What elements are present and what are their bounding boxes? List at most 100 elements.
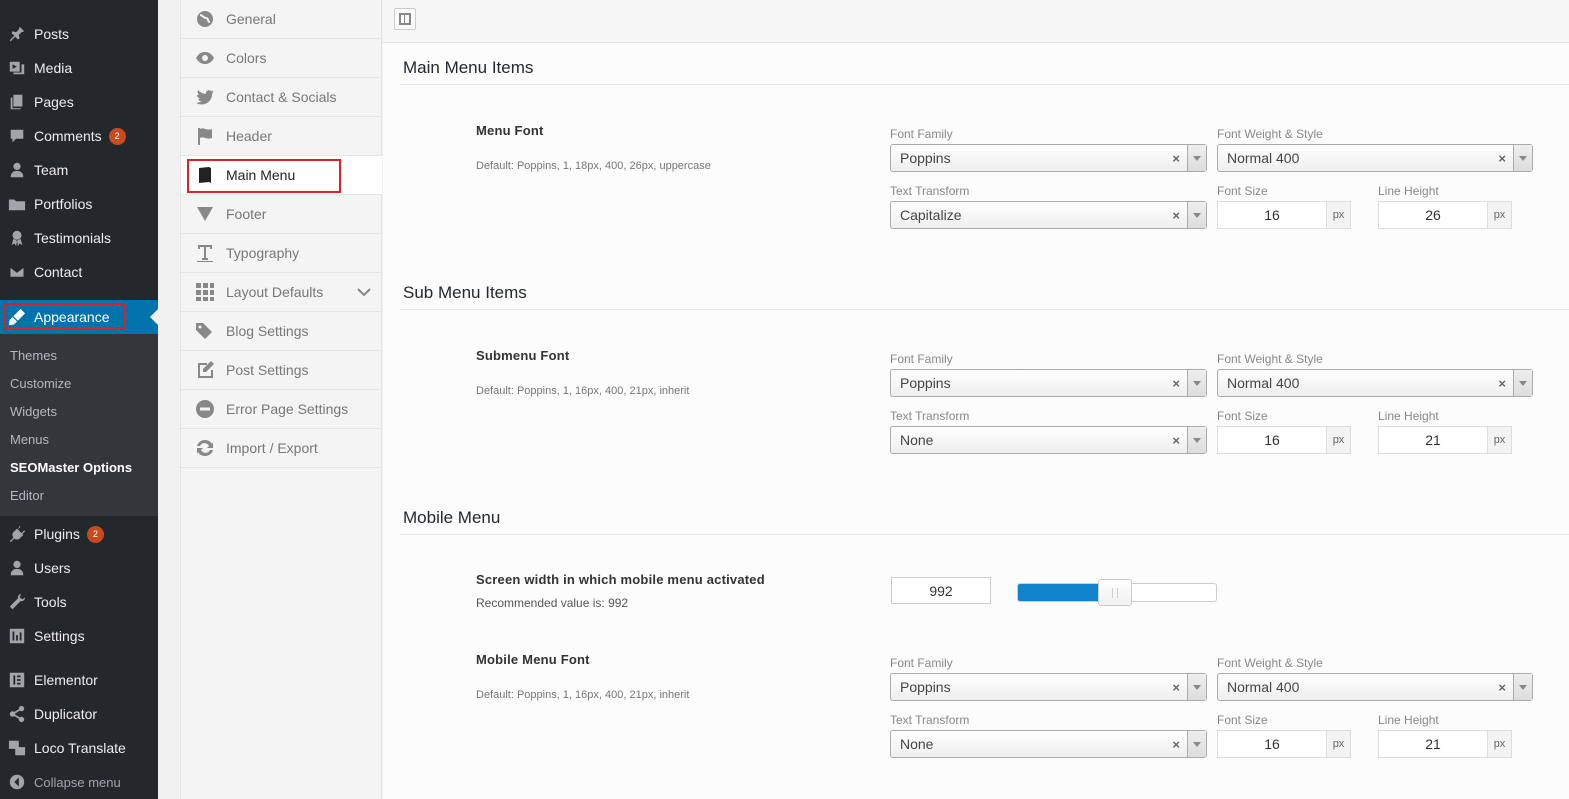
nav-item-contact-socials[interactable]: Contact & Socials bbox=[181, 78, 382, 117]
clear-icon[interactable]: × bbox=[1172, 680, 1180, 695]
font-size-value[interactable]: 16 bbox=[1217, 730, 1327, 758]
nav-item-main-menu[interactable]: Main Menu bbox=[181, 156, 382, 195]
sidebar-item-portfolios[interactable]: Portfolios bbox=[0, 187, 158, 221]
dropdown-arrow-icon[interactable] bbox=[1187, 145, 1206, 171]
clear-icon[interactable]: × bbox=[1172, 376, 1180, 391]
submenu-item-menus[interactable]: Menus bbox=[10, 432, 49, 447]
dropdown-arrow-icon[interactable] bbox=[1513, 370, 1532, 396]
font-size-value[interactable]: 16 bbox=[1217, 426, 1327, 454]
line-height-value[interactable]: 21 bbox=[1378, 730, 1488, 758]
nav-item-blog-settings[interactable]: Blog Settings bbox=[181, 312, 382, 351]
count-badge: 2 bbox=[108, 127, 126, 145]
text-transform-select[interactable]: Capitalize × bbox=[890, 201, 1207, 229]
highlight-box bbox=[3, 303, 126, 329]
submenu-item-customize[interactable]: Customize bbox=[10, 376, 71, 391]
font-weight-label: Font Weight & Style bbox=[1217, 127, 1323, 141]
line-height-value[interactable]: 26 bbox=[1378, 201, 1488, 229]
dropdown-arrow-icon[interactable] bbox=[1187, 370, 1206, 396]
font-family-select[interactable]: Poppins × bbox=[890, 673, 1207, 701]
font-weight-select[interactable]: Normal 400 × bbox=[1217, 144, 1533, 172]
nav-item-layout-defaults[interactable]: Layout Defaults bbox=[181, 273, 382, 312]
nav-item-error-page-settings[interactable]: Error Page Settings bbox=[181, 390, 382, 429]
dropdown-arrow-icon[interactable] bbox=[1187, 427, 1206, 453]
font-size-label: Font Size bbox=[1217, 713, 1268, 727]
font-family-label: Font Family bbox=[890, 656, 953, 670]
sidebar-item-settings[interactable]: Settings bbox=[0, 619, 158, 653]
triangle-down-icon bbox=[195, 204, 215, 224]
sidebar-item-testimonials[interactable]: Testimonials bbox=[0, 221, 158, 255]
chevron-down-icon[interactable] bbox=[356, 284, 372, 300]
sidebar-item-media[interactable]: Media bbox=[0, 51, 158, 85]
font-weight-select[interactable]: Normal 400 × bbox=[1217, 369, 1533, 397]
sidebar-item-posts[interactable]: Posts bbox=[0, 17, 158, 51]
font-family-select[interactable]: Poppins × bbox=[890, 369, 1207, 397]
nav-item-general[interactable]: General bbox=[181, 0, 382, 39]
line-height-input[interactable]: 21 px bbox=[1378, 730, 1512, 758]
sidebar-item-tools[interactable]: Tools bbox=[0, 585, 158, 619]
settings-icon bbox=[7, 626, 27, 646]
submenu-item-themes[interactable]: Themes bbox=[10, 348, 57, 363]
sidebar-item-team[interactable]: Team bbox=[0, 153, 158, 187]
sidebar-item-plugins[interactable]: Plugins 2 bbox=[0, 517, 158, 551]
sidebar-item-appearance[interactable]: Appearance bbox=[0, 300, 158, 334]
selected-value: Poppins bbox=[900, 679, 951, 695]
submenu-item-widgets[interactable]: Widgets bbox=[10, 404, 57, 419]
text-icon bbox=[195, 243, 215, 263]
field-description: Default: Poppins, 1, 16px, 400, 21px, in… bbox=[476, 385, 690, 397]
book-icon bbox=[195, 165, 215, 185]
clear-icon[interactable]: × bbox=[1172, 208, 1180, 223]
font-size-value[interactable]: 16 bbox=[1217, 201, 1327, 229]
clear-icon[interactable]: × bbox=[1172, 737, 1180, 752]
clear-icon[interactable]: × bbox=[1498, 376, 1506, 391]
sidebar-item-pages[interactable]: Pages bbox=[0, 85, 158, 119]
screen-width-slider[interactable] bbox=[1017, 579, 1217, 606]
dropdown-arrow-icon[interactable] bbox=[1187, 731, 1206, 757]
text-transform-select[interactable]: None × bbox=[890, 730, 1207, 758]
nav-item-typography[interactable]: Typography bbox=[181, 234, 382, 273]
selected-value: Capitalize bbox=[900, 207, 962, 223]
pin-icon bbox=[7, 24, 27, 44]
dropdown-arrow-icon[interactable] bbox=[1513, 145, 1532, 171]
nav-label: Main Menu bbox=[226, 167, 296, 183]
clear-icon[interactable]: × bbox=[1172, 433, 1180, 448]
options-content: Main Menu Items Menu Font Default: Poppi… bbox=[383, 0, 1569, 799]
text-transform-select[interactable]: None × bbox=[890, 426, 1207, 454]
sidebar-item-elementor[interactable]: Elementor bbox=[0, 663, 158, 697]
clear-icon[interactable]: × bbox=[1172, 151, 1180, 166]
clear-icon[interactable]: × bbox=[1498, 151, 1506, 166]
submenu-item-seomaster-options[interactable]: SEOMaster Options bbox=[10, 460, 132, 475]
dropdown-arrow-icon[interactable] bbox=[1187, 202, 1206, 228]
sidebar-item-label: Team bbox=[34, 162, 69, 178]
sidebar-item-users[interactable]: Users bbox=[0, 551, 158, 585]
submenu-item-editor[interactable]: Editor bbox=[10, 488, 44, 503]
sidebar-item-duplicator[interactable]: Duplicator bbox=[0, 697, 158, 731]
nav-item-header[interactable]: Header bbox=[181, 117, 382, 156]
sidebar-item-loco-translate[interactable]: Loco Translate bbox=[0, 731, 158, 765]
dropdown-arrow-icon[interactable] bbox=[1187, 674, 1206, 700]
unit-label: px bbox=[1327, 426, 1351, 454]
line-height-value[interactable]: 21 bbox=[1378, 426, 1488, 454]
line-height-input[interactable]: 21 px bbox=[1378, 426, 1512, 454]
nav-item-import-export[interactable]: Import / Export bbox=[181, 429, 382, 468]
clear-icon[interactable]: × bbox=[1498, 680, 1506, 695]
count-badge: 2 bbox=[86, 525, 104, 543]
sidebar-item-contact[interactable]: Contact bbox=[0, 255, 158, 289]
expand-toggle-button[interactable] bbox=[394, 8, 416, 30]
line-height-input[interactable]: 26 px bbox=[1378, 201, 1512, 229]
font-size-input[interactable]: 16 px bbox=[1217, 201, 1351, 229]
nav-item-footer[interactable]: Footer bbox=[181, 195, 382, 234]
collapse-menu-button[interactable]: Collapse menu bbox=[0, 765, 158, 799]
current-arrow bbox=[150, 309, 158, 325]
nav-item-post-settings[interactable]: Post Settings bbox=[181, 351, 382, 390]
font-family-select[interactable]: Poppins × bbox=[890, 144, 1207, 172]
sidebar-item-label: Users bbox=[34, 560, 71, 576]
dropdown-arrow-icon[interactable] bbox=[1513, 674, 1532, 700]
font-size-input[interactable]: 16 px bbox=[1217, 426, 1351, 454]
nav-item-colors[interactable]: Colors bbox=[181, 39, 382, 78]
font-size-input[interactable]: 16 px bbox=[1217, 730, 1351, 758]
share-icon bbox=[7, 704, 27, 724]
screen-width-input[interactable]: 992 bbox=[891, 577, 991, 604]
font-weight-select[interactable]: Normal 400 × bbox=[1217, 673, 1533, 701]
sidebar-item-comments[interactable]: Comments 2 bbox=[0, 119, 158, 153]
slider-handle[interactable] bbox=[1098, 579, 1132, 606]
